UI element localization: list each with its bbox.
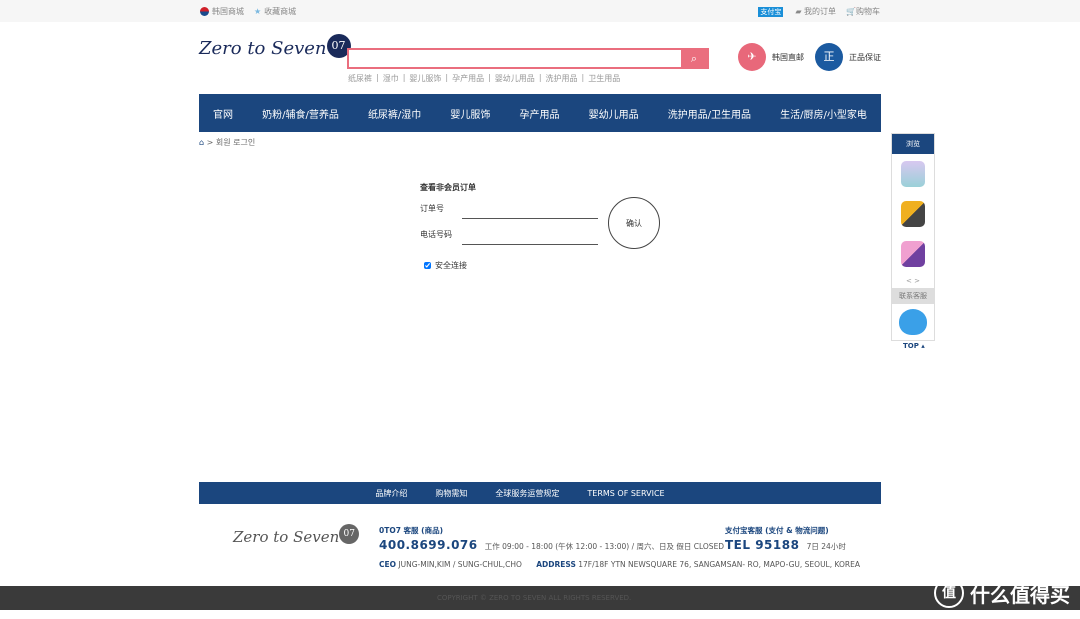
nav-item[interactable]: 生活/厨房/小型家电 xyxy=(780,106,867,121)
cart-link[interactable]: 🛒购物车 xyxy=(846,6,880,17)
order-number-input[interactable] xyxy=(462,218,598,219)
badge-label: 韩国直邮 xyxy=(772,52,804,62)
footer-link[interactable]: 品牌介绍 xyxy=(375,488,407,499)
alipay-phone: TEL 95188 xyxy=(725,538,800,552)
watermark-icon: 值 xyxy=(934,578,964,608)
contact-service-button[interactable]: 联系客服 xyxy=(892,288,934,304)
airplane-icon: ✈ xyxy=(738,43,766,71)
copyright-text: COPYRIGHT © ZERO TO SEVEN ALL RIGHTS RES… xyxy=(437,594,632,602)
footer-link[interactable]: 购物需知 xyxy=(435,488,467,499)
genuine-icon: 正 xyxy=(815,43,843,71)
watermark-text: 什么值得买 xyxy=(970,582,1070,607)
ceo-value: JUNG-MIN,KIM / SUNG-CHUL,CHO xyxy=(398,560,522,569)
watermark: 值什么值得买 xyxy=(934,578,1070,608)
nav-item[interactable]: 纸尿裤/湿巾 xyxy=(368,106,421,121)
recent-view-sidebar: 浏览 < > 联系客服 xyxy=(891,133,935,341)
nav-item[interactable]: 孕产用品 xyxy=(520,106,560,121)
recent-product[interactable] xyxy=(892,194,934,234)
cs-hours: 工作 09:00 - 18:00 (午休 12:00 - 13:00) / 周六… xyxy=(484,542,725,551)
recent-product[interactable] xyxy=(892,234,934,274)
back-to-top-button[interactable]: TOP ▴ xyxy=(903,342,925,350)
sippy-cup-image xyxy=(901,161,925,187)
cs-title: 0TO7 客服 (商品) xyxy=(379,526,444,535)
logo-text: Zero to Seven xyxy=(199,38,327,59)
site-logo[interactable]: Zero to Seven 07 xyxy=(199,34,351,59)
badge-label: 正品保证 xyxy=(849,52,881,62)
nav-item[interactable]: 官网 xyxy=(213,106,233,121)
search-input[interactable] xyxy=(349,50,681,67)
star-icon: ★ xyxy=(254,7,262,16)
nav-item[interactable]: 婴儿服饰 xyxy=(450,106,490,121)
pacifier-image xyxy=(901,241,925,267)
breadcrumb-text: > 회원 로그인 xyxy=(206,138,256,147)
cart-icon: 🛒 xyxy=(846,7,856,16)
footer-logo-mark: 07 xyxy=(339,524,360,544)
nav-item[interactable]: 婴幼儿用品 xyxy=(589,106,639,121)
secure-label: 安全连接 xyxy=(435,261,467,270)
footer-link[interactable]: 全球服务运营规定 xyxy=(495,488,559,499)
top-bar: 韩国商城 ★ 收藏商城 支付宝 ▰ 我的订单 🛒购物车 xyxy=(0,0,1080,22)
sidebar-arrows[interactable]: < > xyxy=(892,274,934,288)
cs-phone: 400.8699.076 xyxy=(379,538,478,552)
home-icon[interactable]: ⌂ xyxy=(199,138,204,147)
hot-link[interactable]: 婴儿服饰 xyxy=(409,73,441,84)
korea-mall-link[interactable]: 韩国商城 xyxy=(200,6,244,17)
genuine-badge: 正正品保证 xyxy=(815,43,881,71)
chat-mascot-icon[interactable] xyxy=(892,304,934,340)
korea-mall-label: 韩国商城 xyxy=(212,7,244,16)
cart-label: 购物车 xyxy=(856,7,880,16)
korea-flag-icon xyxy=(200,7,209,16)
search-icon: ⌕ xyxy=(690,52,698,65)
secure-connection: 安全连接 xyxy=(424,260,467,271)
truck-icon: ▰ xyxy=(795,7,805,16)
hot-link[interactable]: 婴幼儿用品 xyxy=(495,73,535,84)
my-orders-link[interactable]: ▰ 我的订单 xyxy=(795,6,836,17)
search-button[interactable]: ⌕ xyxy=(681,50,707,67)
footer-nav: 品牌介绍 购物需知 全球服务运营规定 TERMS OF SERVICE xyxy=(199,482,881,504)
phone-input[interactable] xyxy=(462,244,598,245)
favorite-link[interactable]: ★ 收藏商城 xyxy=(254,6,296,17)
korea-direct-badge: ✈ 韩国直邮 xyxy=(738,43,804,71)
copyright-bar: COPYRIGHT © ZERO TO SEVEN ALL RIGHTS RES… xyxy=(0,586,1080,610)
alipay-cs-title: 支付宝客服 (支付 & 物流问题) xyxy=(725,526,829,535)
sidebar-header: 浏览 xyxy=(892,134,934,154)
nav-item[interactable]: 奶粉/辅食/营养品 xyxy=(262,106,339,121)
hot-link[interactable]: 洗护用品 xyxy=(546,73,578,84)
footer-link[interactable]: TERMS OF SERVICE xyxy=(587,489,664,498)
address-label: ADDRESS xyxy=(536,560,576,569)
form-title: 查看非会员订单 xyxy=(420,183,476,192)
alipay-hours: 7日 24小时 xyxy=(806,542,846,551)
ceo-label: CEO xyxy=(379,560,397,569)
order-number-label: 订单号 xyxy=(420,204,444,213)
phone-label: 电话号码 xyxy=(420,230,452,239)
hot-links: 纸尿裤 | 湿巾 | 婴儿服饰 | 孕产用品 | 婴幼儿用品 | 洗护用品 | 卫生用品 xyxy=(348,73,621,84)
breadcrumb: ⌂ > 회원 로그인 xyxy=(199,137,255,148)
bib-image xyxy=(901,201,925,227)
hot-link[interactable]: 孕产用品 xyxy=(452,73,484,84)
hot-link[interactable]: 湿巾 xyxy=(383,73,399,84)
footer-logo-text: Zero to Seven xyxy=(233,528,340,546)
confirm-button[interactable]: 确认 xyxy=(608,197,660,249)
alipay-logo[interactable]: 支付宝 xyxy=(758,6,784,17)
footer-logo: Zero to Seven 07 xyxy=(233,524,360,546)
recent-product[interactable] xyxy=(892,154,934,194)
nav-item[interactable]: 洗护用品/卫生用品 xyxy=(668,106,751,121)
guest-order-form: 查看非会员订单 订单号 电话号码 xyxy=(420,182,598,245)
search-bar: ⌕ xyxy=(347,48,709,69)
favorite-label: 收藏商城 xyxy=(264,7,297,16)
hot-link[interactable]: 卫生用品 xyxy=(588,73,620,84)
hot-link[interactable]: 纸尿裤 xyxy=(348,73,372,84)
secure-checkbox[interactable] xyxy=(424,262,431,269)
main-nav: 官网 奶粉/辅食/营养品 纸尿裤/湿巾 婴儿服饰 孕产用品 婴幼儿用品 洗护用品… xyxy=(199,94,881,132)
address-value: 17F/18F YTN NEWSQUARE 76, SANGAMSAN- RO,… xyxy=(578,560,860,569)
orders-label: 我的订单 xyxy=(804,7,837,16)
